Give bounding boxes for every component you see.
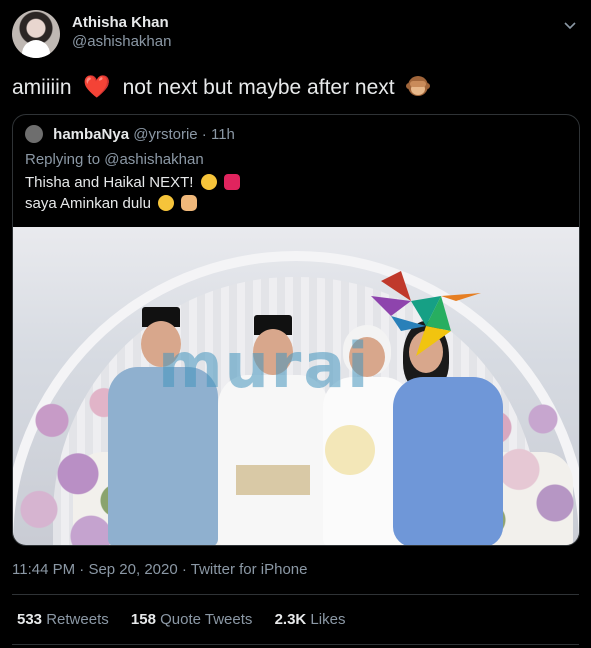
tweet-text-part1: amiiiin: [12, 76, 72, 99]
smiling-face-hearts-icon: [158, 195, 175, 211]
meta-separator-1: ·: [79, 561, 85, 578]
quoted-text-line1: Thisha and Haikal NEXT!: [25, 174, 240, 191]
quoted-text-line2: saya Aminkan dulu: [25, 195, 198, 212]
hummingbird-logo-icon: [371, 271, 481, 356]
divider-top: [12, 594, 579, 595]
quoted-handle: @yrstorie: [133, 126, 198, 143]
quoted-tweet[interactable]: hambaNya @yrstorie · 11h Replying to @as…: [12, 114, 580, 546]
likes-stat[interactable]: 2.3K Likes: [275, 611, 346, 628]
folded-hands-icon: [181, 195, 198, 211]
quoted-display-name: hambaNya: [53, 126, 130, 143]
quoted-avatar: [25, 125, 43, 143]
quoted-photo[interactable]: murai: [13, 227, 579, 545]
tweet-text: amiiiin ❤️ not next but maybe after next: [12, 74, 431, 100]
divider-bottom: [12, 644, 579, 645]
quoted-separator: ·: [201, 126, 207, 143]
retweets-stat[interactable]: 533 Retweets: [17, 611, 109, 628]
winking-crazy-face-icon: [200, 174, 217, 190]
see-no-evil-monkey-icon: [406, 76, 431, 96]
meta-separator-2: ·: [181, 561, 187, 578]
chevron-down-icon[interactable]: [563, 18, 577, 32]
author-handle[interactable]: @ashishakhan: [72, 33, 171, 50]
author-names: Athisha Khan @ashishakhan: [72, 14, 171, 50]
watermark-text: murai: [158, 329, 371, 402]
sparkling-heart-icon: [223, 174, 240, 190]
replying-to-handle[interactable]: @ashishakhan: [104, 151, 203, 168]
tweet-stats: 533 Retweets 158 Quote Tweets 2.3K Likes: [17, 611, 363, 628]
quoted-line1-text: Thisha and Haikal NEXT!: [25, 174, 194, 191]
author-display-name[interactable]: Athisha Khan: [72, 14, 171, 31]
heart-emoji-icon: ❤️: [83, 74, 111, 99]
quoted-header: hambaNya @yrstorie · 11h: [25, 125, 235, 143]
replying-to-prefix: Replying to: [25, 151, 105, 168]
quote-tweets-count: 158: [130, 611, 156, 628]
tweet-date[interactable]: Sep 20, 2020: [88, 561, 177, 578]
quote-tweets-label: Quote Tweets: [160, 611, 253, 628]
tweet-meta: 11:44 PM · Sep 20, 2020 · Twitter for iP…: [12, 561, 307, 578]
retweets-label: Retweets: [46, 611, 109, 628]
tweet-source[interactable]: Twitter for iPhone: [191, 561, 308, 578]
tweet-time[interactable]: 11:44 PM: [12, 561, 75, 578]
retweets-count: 533: [17, 611, 43, 628]
quote-tweets-stat[interactable]: 158 Quote Tweets: [131, 611, 252, 628]
likes-label: Likes: [310, 611, 346, 628]
author-avatar[interactable]: [12, 10, 60, 58]
quoted-time: 11h: [210, 126, 235, 143]
replying-to: Replying to @ashishakhan: [25, 151, 204, 168]
tweet-text-part2: not next but maybe after next: [122, 76, 395, 99]
quoted-line2-text: saya Aminkan dulu: [25, 195, 151, 212]
likes-count: 2.3K: [274, 611, 307, 628]
tweet-header: Athisha Khan @ashishakhan: [12, 8, 579, 60]
